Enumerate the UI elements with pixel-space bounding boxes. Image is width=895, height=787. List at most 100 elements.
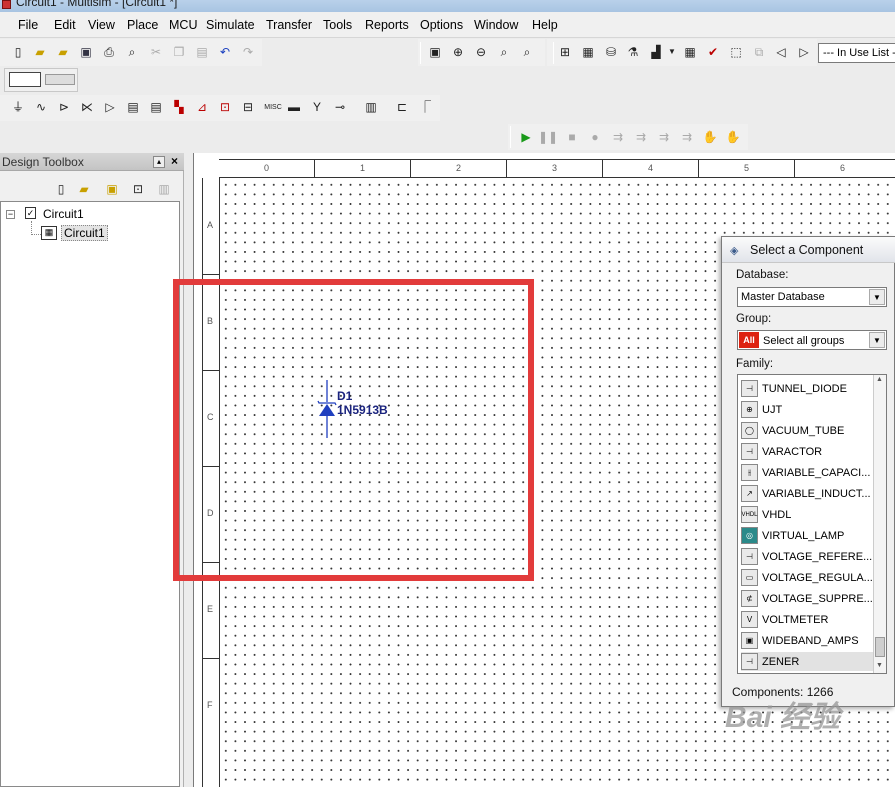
- open-icon[interactable]: ▰: [32, 44, 48, 60]
- save-design-icon[interactable]: ▣: [104, 181, 120, 197]
- tree-root-item[interactable]: Circuit1: [43, 207, 84, 221]
- pause-switch-icon[interactable]: [45, 74, 75, 85]
- postprocessor-icon[interactable]: ▦: [682, 44, 698, 60]
- family-item[interactable]: VHDL VHDL: [741, 505, 873, 524]
- electromechanical-icon[interactable]: ⊸: [332, 99, 348, 115]
- family-item-selected[interactable]: ⊣ ZENER: [741, 652, 876, 671]
- menu-place[interactable]: Place: [127, 18, 158, 32]
- delete-design-icon[interactable]: ▥: [156, 181, 172, 197]
- dropdown-arrow-icon[interactable]: ▼: [664, 44, 680, 60]
- close-design-icon[interactable]: ⊡: [130, 181, 146, 197]
- scroll-up-icon[interactable]: ▲: [876, 376, 883, 383]
- print-icon[interactable]: ⎙: [101, 44, 117, 60]
- scroll-down-icon[interactable]: ▼: [876, 662, 883, 669]
- component-wizard-icon[interactable]: ⚗: [625, 44, 641, 60]
- undo-icon[interactable]: ↶: [217, 44, 233, 60]
- erc-icon[interactable]: ✔: [705, 44, 721, 60]
- open-samples-icon[interactable]: ▰: [55, 44, 71, 60]
- grapher-icon[interactable]: ▟: [648, 44, 664, 60]
- family-item[interactable]: ⊣ VOLTAGE_REFERE...: [741, 547, 873, 566]
- print-preview-icon[interactable]: ⌕: [124, 44, 140, 60]
- power-switch-icon[interactable]: [9, 72, 41, 87]
- database-dropdown[interactable]: Master Database ▼: [737, 287, 887, 307]
- cmos-icon[interactable]: ▤: [148, 99, 164, 115]
- menu-view[interactable]: View: [88, 18, 115, 32]
- menu-reports[interactable]: Reports: [365, 18, 409, 32]
- group-dropdown[interactable]: All Select all groups ▼: [737, 330, 887, 350]
- breadboard-icon[interactable]: ⬚: [728, 44, 744, 60]
- ultiboard-forward-icon[interactable]: ▷: [796, 44, 812, 60]
- cut-icon[interactable]: ✂: [148, 44, 164, 60]
- step-out-icon[interactable]: ⇉: [656, 129, 672, 145]
- remove-breakpoints-icon[interactable]: ✋: [725, 129, 741, 145]
- database-manager-icon[interactable]: ⛁: [603, 44, 619, 60]
- diode-icon[interactable]: ⊳: [56, 99, 72, 115]
- fullscreen-icon[interactable]: ▣: [427, 44, 443, 60]
- zoom-out-icon[interactable]: ⊖: [473, 44, 489, 60]
- chevron-down-icon[interactable]: ▼: [869, 332, 885, 348]
- source-icon[interactable]: ⏚: [10, 99, 26, 115]
- family-item[interactable]: ↗ VARIABLE_INDUCT...: [741, 484, 873, 503]
- analog-icon[interactable]: ▷: [102, 99, 118, 115]
- chevron-down-icon[interactable]: ▼: [869, 289, 885, 305]
- menu-edit[interactable]: Edit: [54, 18, 76, 32]
- advanced-peripherals-icon[interactable]: ▬: [286, 99, 302, 115]
- zoom-area-icon[interactable]: ⌕: [496, 44, 512, 60]
- spreadsheet-icon[interactable]: ▦: [580, 44, 596, 60]
- family-item[interactable]: ◎ VIRTUAL_LAMP: [741, 526, 873, 545]
- ultiboard-back-icon[interactable]: ◁: [773, 44, 789, 60]
- in-use-list-dropdown[interactable]: --- In Use List ---: [818, 43, 895, 63]
- run-to-cursor-icon[interactable]: ⇉: [679, 129, 695, 145]
- menu-tools[interactable]: Tools: [323, 18, 352, 32]
- power-component-icon[interactable]: ⊟: [240, 99, 256, 115]
- tree-child-item[interactable]: Circuit1: [61, 225, 108, 241]
- copy-icon[interactable]: ❐: [171, 44, 187, 60]
- family-item[interactable]: ⫲ VARIABLE_CAPACI...: [741, 463, 873, 482]
- menu-mcu[interactable]: MCU: [169, 18, 197, 32]
- indicator-icon[interactable]: ⊡: [217, 99, 233, 115]
- misc-digital-icon[interactable]: ▚: [171, 99, 187, 115]
- menu-window[interactable]: Window: [474, 18, 518, 32]
- family-list[interactable]: ⊣ TUNNEL_DIODE ⊕ UJT ◯ VACUUM_TUBE ⊣ VARACTO…: [737, 374, 887, 674]
- toggle-breakpoint-icon[interactable]: ✋: [702, 129, 718, 145]
- paste-icon[interactable]: ▤: [194, 44, 210, 60]
- family-item[interactable]: ⊄ VOLTAGE_SUPPRE...: [741, 589, 873, 608]
- redo-icon[interactable]: ↷: [240, 44, 256, 60]
- step-into-icon[interactable]: ⇉: [610, 129, 626, 145]
- zoom-in-icon[interactable]: ⊕: [450, 44, 466, 60]
- mcu-icon[interactable]: ▥: [363, 99, 379, 115]
- rf-icon[interactable]: Y: [309, 99, 325, 115]
- tree-collapse-icon[interactable]: −: [6, 210, 15, 219]
- family-scrollbar[interactable]: ▲ ▼: [873, 375, 886, 673]
- family-item[interactable]: V VOLTMETER: [741, 610, 873, 629]
- new-icon[interactable]: ▯: [10, 44, 26, 60]
- hierarchical-block-icon[interactable]: ⊏: [394, 99, 410, 115]
- basic-icon[interactable]: ∿: [33, 99, 49, 115]
- menu-file[interactable]: File: [18, 18, 38, 32]
- open-design-icon[interactable]: ▰: [76, 181, 92, 197]
- mixed-icon[interactable]: ⊿: [194, 99, 210, 115]
- family-item[interactable]: ◯ VACUUM_TUBE: [741, 421, 873, 440]
- menu-options[interactable]: Options: [420, 18, 463, 32]
- bus-icon[interactable]: ⎾: [417, 99, 433, 115]
- stop-icon[interactable]: ■: [564, 129, 580, 145]
- family-item[interactable]: ⊣ TUNNEL_DIODE: [741, 379, 873, 398]
- pin-icon[interactable]: ▴: [153, 156, 165, 168]
- zoom-fit-icon[interactable]: ⌕: [519, 44, 535, 60]
- family-item[interactable]: ▣ WIDEBAND_AMPS: [741, 631, 873, 650]
- family-item[interactable]: ⊣ VARACTOR: [741, 442, 873, 461]
- family-item[interactable]: ▭ VOLTAGE_REGULA...: [741, 568, 873, 587]
- pause-icon[interactable]: ❚❚: [538, 129, 558, 145]
- menu-simulate[interactable]: Simulate: [206, 18, 255, 32]
- menu-transfer[interactable]: Transfer: [266, 18, 312, 32]
- transistor-icon[interactable]: ⋉: [79, 99, 95, 115]
- close-icon[interactable]: ×: [168, 155, 181, 168]
- misc-icon[interactable]: MISC: [263, 99, 283, 115]
- ttl-icon[interactable]: ▤: [125, 99, 141, 115]
- breakpoint-icon[interactable]: ●: [587, 129, 603, 145]
- run-icon[interactable]: ▶: [518, 129, 534, 145]
- backannotate-icon[interactable]: ⧉: [751, 44, 767, 60]
- scroll-thumb[interactable]: [875, 637, 885, 657]
- step-over-icon[interactable]: ⇉: [633, 129, 649, 145]
- family-item[interactable]: ⊕ UJT: [741, 400, 873, 419]
